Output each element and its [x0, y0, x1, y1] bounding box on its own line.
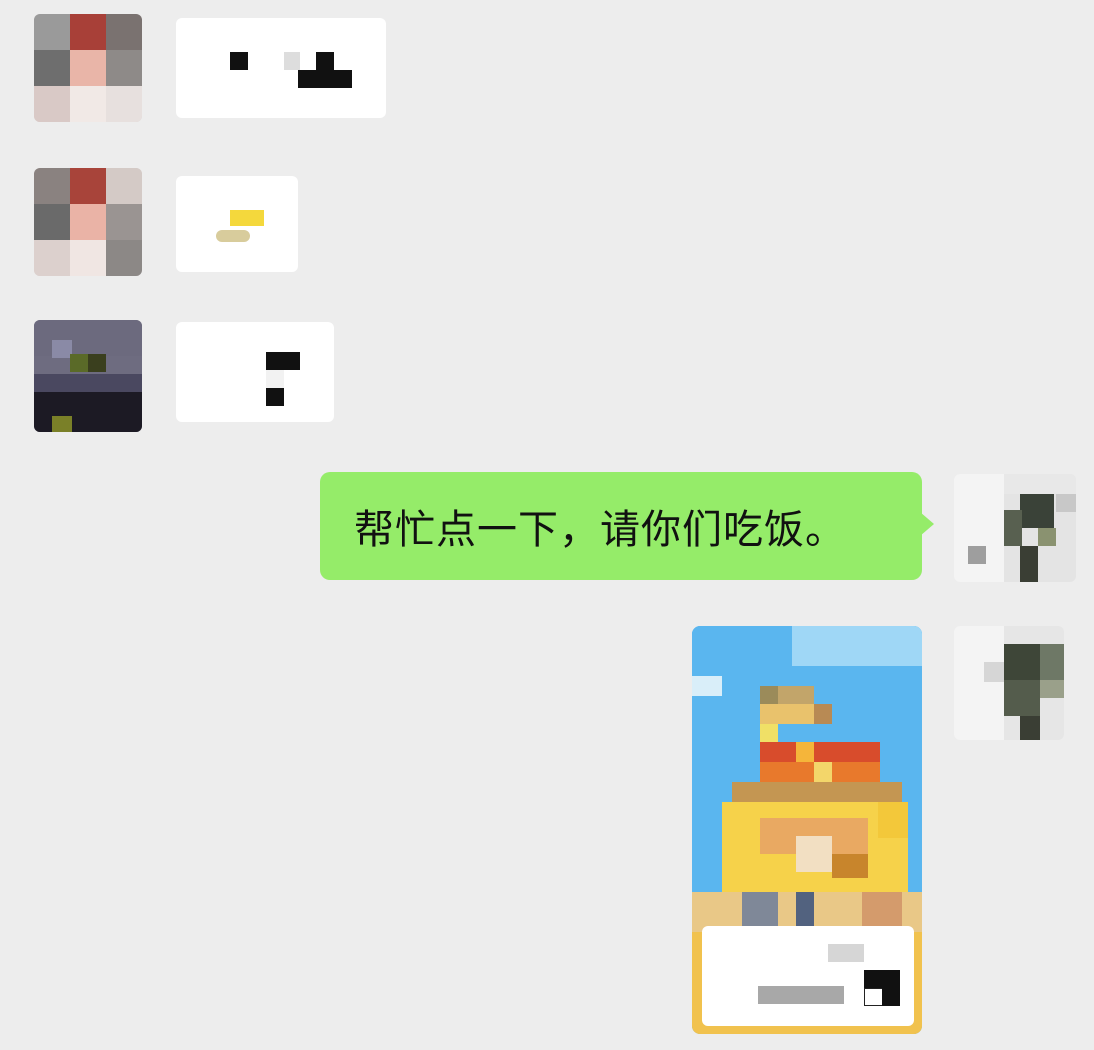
- my-avatar[interactable]: [954, 626, 1064, 740]
- message-text: 帮忙点一下，请你们吃饭。: [354, 507, 846, 553]
- redacted-text: [230, 52, 248, 70]
- redacted-text: [266, 370, 284, 388]
- sender-avatar[interactable]: [34, 320, 142, 432]
- redacted-text: [298, 70, 352, 88]
- incoming-sticker-bubble[interactable]: [176, 176, 298, 272]
- pixelated-avatar-icon: [34, 168, 142, 276]
- pixelated-avatar-icon: [954, 626, 1064, 740]
- sticker-image: [216, 230, 250, 242]
- redacted-text: [266, 352, 300, 370]
- redacted-text: [828, 944, 864, 962]
- incoming-message-bubble[interactable]: [176, 322, 334, 422]
- outgoing-message-bubble[interactable]: 帮忙点一下，请你们吃饭。: [320, 472, 922, 580]
- redacted-text: [882, 988, 900, 1006]
- sender-avatar[interactable]: [34, 168, 142, 276]
- pixelated-avatar-icon: [34, 14, 142, 122]
- bubble-tail: [920, 512, 934, 536]
- redacted-text: [864, 970, 900, 988]
- redacted-text: [284, 52, 300, 70]
- my-avatar[interactable]: [954, 474, 1076, 582]
- chat-message-list[interactable]: 帮忙点一下，请你们吃饭。: [0, 0, 1094, 1050]
- redacted-text: [758, 986, 844, 1004]
- pixelated-avatar-icon: [34, 320, 142, 432]
- incoming-message-bubble[interactable]: [176, 18, 386, 118]
- mini-program-card[interactable]: [692, 626, 922, 1034]
- mini-program-thumbnail-icon: [692, 626, 922, 1034]
- redacted-text: [316, 52, 334, 70]
- pixelated-avatar-icon: [954, 474, 1076, 582]
- sticker-image: [230, 210, 264, 226]
- redacted-text: [266, 388, 284, 406]
- sender-avatar[interactable]: [34, 14, 142, 122]
